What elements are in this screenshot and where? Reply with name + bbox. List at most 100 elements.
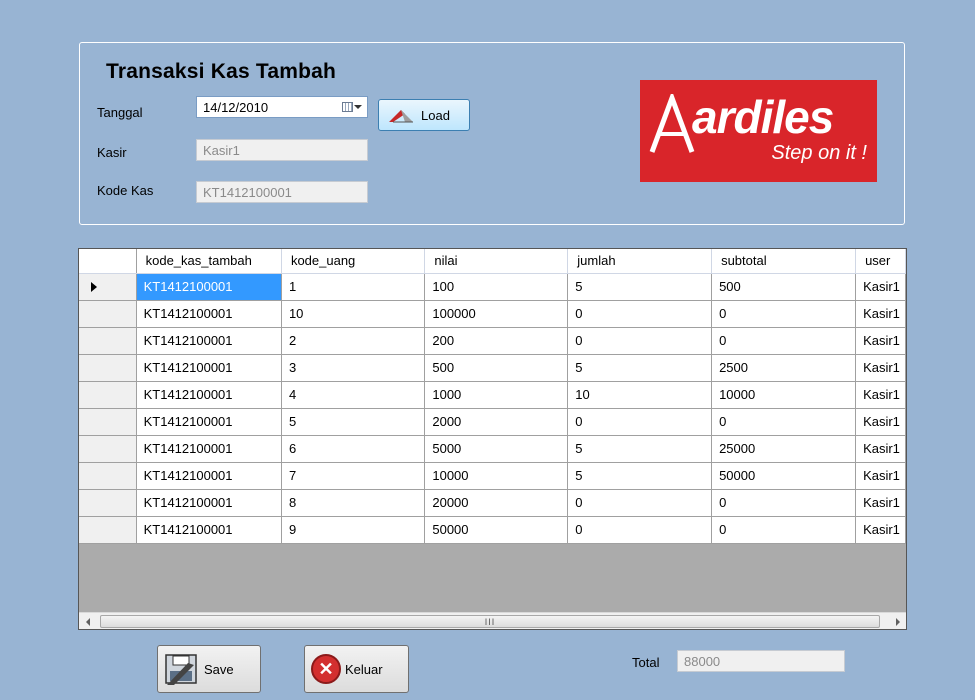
table-cell[interactable]: KT1412100001 — [136, 435, 282, 463]
table-cell[interactable]: 100 — [424, 273, 569, 301]
kode-kas-field[interactable]: KT1412100001 — [196, 181, 368, 203]
table-cell[interactable]: KT1412100001 — [136, 354, 282, 382]
table-cell[interactable]: 0 — [711, 516, 857, 544]
table-cell[interactable]: 1 — [281, 273, 426, 301]
table-cell[interactable]: 2 — [281, 327, 426, 355]
table-cell[interactable]: 10 — [567, 381, 713, 409]
table-cell[interactable]: KT1412100001 — [136, 462, 282, 490]
table-cell[interactable]: 4 — [281, 381, 426, 409]
table-cell[interactable]: Kasir1 — [855, 273, 906, 301]
row-header[interactable] — [79, 462, 137, 490]
table-row[interactable]: KT1412100001 1 100 5 500 Kasir1 — [79, 273, 906, 301]
table-cell[interactable]: 0 — [711, 300, 857, 328]
table-cell[interactable]: 50000 — [711, 462, 857, 490]
table-cell[interactable]: Kasir1 — [855, 381, 906, 409]
row-header[interactable] — [79, 408, 137, 436]
table-cell[interactable]: KT1412100001 — [136, 327, 282, 355]
table-cell[interactable]: 1000 — [424, 381, 569, 409]
table-cell[interactable]: 5 — [567, 354, 713, 382]
table-cell[interactable]: Kasir1 — [855, 300, 906, 328]
table-cell[interactable]: 9 — [281, 516, 426, 544]
table-cell[interactable]: 20000 — [424, 489, 569, 517]
table-row[interactable]: KT1412100001 6 5000 5 25000 Kasir1 — [79, 435, 906, 463]
table-cell[interactable]: KT1412100001 — [136, 408, 282, 436]
table-cell[interactable]: 5 — [567, 435, 713, 463]
row-header[interactable] — [79, 273, 137, 301]
table-cell[interactable]: Kasir1 — [855, 516, 906, 544]
table-cell[interactable]: 2500 — [711, 354, 857, 382]
table-cell[interactable]: 5 — [281, 408, 426, 436]
table-cell[interactable]: 0 — [567, 408, 713, 436]
table-cell[interactable]: 0 — [567, 300, 713, 328]
table-cell[interactable]: 10000 — [424, 462, 569, 490]
table-row[interactable]: KT1412100001 2 200 0 0 Kasir1 — [79, 327, 906, 355]
table-cell[interactable]: 8 — [281, 489, 426, 517]
row-header[interactable] — [79, 489, 137, 517]
horizontal-scrollbar[interactable]: III — [79, 612, 906, 629]
row-header[interactable] — [79, 381, 137, 409]
scroll-left-button[interactable] — [79, 613, 96, 629]
table-cell[interactable]: KT1412100001 — [136, 381, 282, 409]
table-cell[interactable]: Kasir1 — [855, 489, 906, 517]
total-field[interactable]: 88000 — [677, 650, 845, 672]
table-cell[interactable]: 50000 — [424, 516, 569, 544]
table-cell[interactable]: 10000 — [711, 381, 857, 409]
row-header[interactable] — [79, 300, 137, 328]
table-row[interactable]: KT1412100001 3 500 5 2500 Kasir1 — [79, 354, 906, 382]
column-header[interactable]: kode_kas_tambah — [136, 249, 282, 274]
row-header[interactable] — [79, 435, 137, 463]
table-cell[interactable]: 2000 — [424, 408, 569, 436]
table-cell[interactable]: KT1412100001 — [136, 273, 282, 301]
table-cell[interactable]: 25000 — [711, 435, 857, 463]
column-header[interactable]: jumlah — [567, 249, 713, 274]
column-header[interactable]: kode_uang — [281, 249, 426, 274]
table-cell[interactable]: 0 — [567, 489, 713, 517]
table-cell[interactable]: Kasir1 — [855, 462, 906, 490]
table-cell[interactable]: Kasir1 — [855, 408, 906, 436]
table-cell[interactable]: 3 — [281, 354, 426, 382]
column-header[interactable]: nilai — [424, 249, 569, 274]
table-row[interactable]: KT1412100001 7 10000 5 50000 Kasir1 — [79, 462, 906, 490]
table-row[interactable]: KT1412100001 8 20000 0 0 Kasir1 — [79, 489, 906, 517]
table-row[interactable]: KT1412100001 5 2000 0 0 Kasir1 — [79, 408, 906, 436]
table-cell[interactable]: 0 — [567, 516, 713, 544]
column-header[interactable]: user — [855, 249, 906, 274]
table-row[interactable]: KT1412100001 9 50000 0 0 Kasir1 — [79, 516, 906, 544]
table-cell[interactable]: 0 — [711, 489, 857, 517]
table-cell[interactable]: Kasir1 — [855, 354, 906, 382]
row-header[interactable] — [79, 327, 137, 355]
table-cell[interactable]: 6 — [281, 435, 426, 463]
table-cell[interactable]: KT1412100001 — [136, 516, 282, 544]
table-row[interactable]: KT1412100001 4 1000 10 10000 Kasir1 — [79, 381, 906, 409]
table-cell[interactable]: 7 — [281, 462, 426, 490]
table-cell[interactable]: 500 — [711, 273, 857, 301]
table-cell[interactable]: 100000 — [424, 300, 569, 328]
table-cell[interactable]: KT1412100001 — [136, 300, 282, 328]
kasir-field[interactable]: Kasir1 — [196, 139, 368, 161]
save-button[interactable]: Save — [157, 645, 261, 693]
calendar-dropdown-button[interactable] — [340, 100, 364, 114]
column-header[interactable]: subtotal — [711, 249, 857, 274]
load-button[interactable]: Load — [378, 99, 470, 131]
table-cell[interactable]: 10 — [281, 300, 426, 328]
table-cell[interactable]: Kasir1 — [855, 435, 906, 463]
table-cell[interactable]: 5 — [567, 462, 713, 490]
table-cell[interactable]: 0 — [567, 327, 713, 355]
ardiles-emblem-icon — [649, 94, 695, 153]
table-cell[interactable]: 0 — [711, 408, 857, 436]
table-cell[interactable]: 5 — [567, 273, 713, 301]
kas-tambah-data-grid[interactable]: kode_kas_tambah kode_uang nilai jumlah s… — [78, 248, 907, 630]
table-cell[interactable]: Kasir1 — [855, 327, 906, 355]
table-cell[interactable]: 0 — [711, 327, 857, 355]
scroll-thumb[interactable]: III — [100, 615, 880, 628]
table-cell[interactable]: 200 — [424, 327, 569, 355]
scroll-right-button[interactable] — [889, 613, 906, 629]
tanggal-date-picker[interactable]: 14/12/2010 — [196, 96, 368, 118]
row-header[interactable] — [79, 354, 137, 382]
table-cell[interactable]: 500 — [424, 354, 569, 382]
row-header[interactable] — [79, 516, 137, 544]
keluar-button[interactable]: ✕ Keluar — [304, 645, 409, 693]
table-row[interactable]: KT1412100001 10 100000 0 0 Kasir1 — [79, 300, 906, 328]
table-cell[interactable]: 5000 — [424, 435, 569, 463]
table-cell[interactable]: KT1412100001 — [136, 489, 282, 517]
